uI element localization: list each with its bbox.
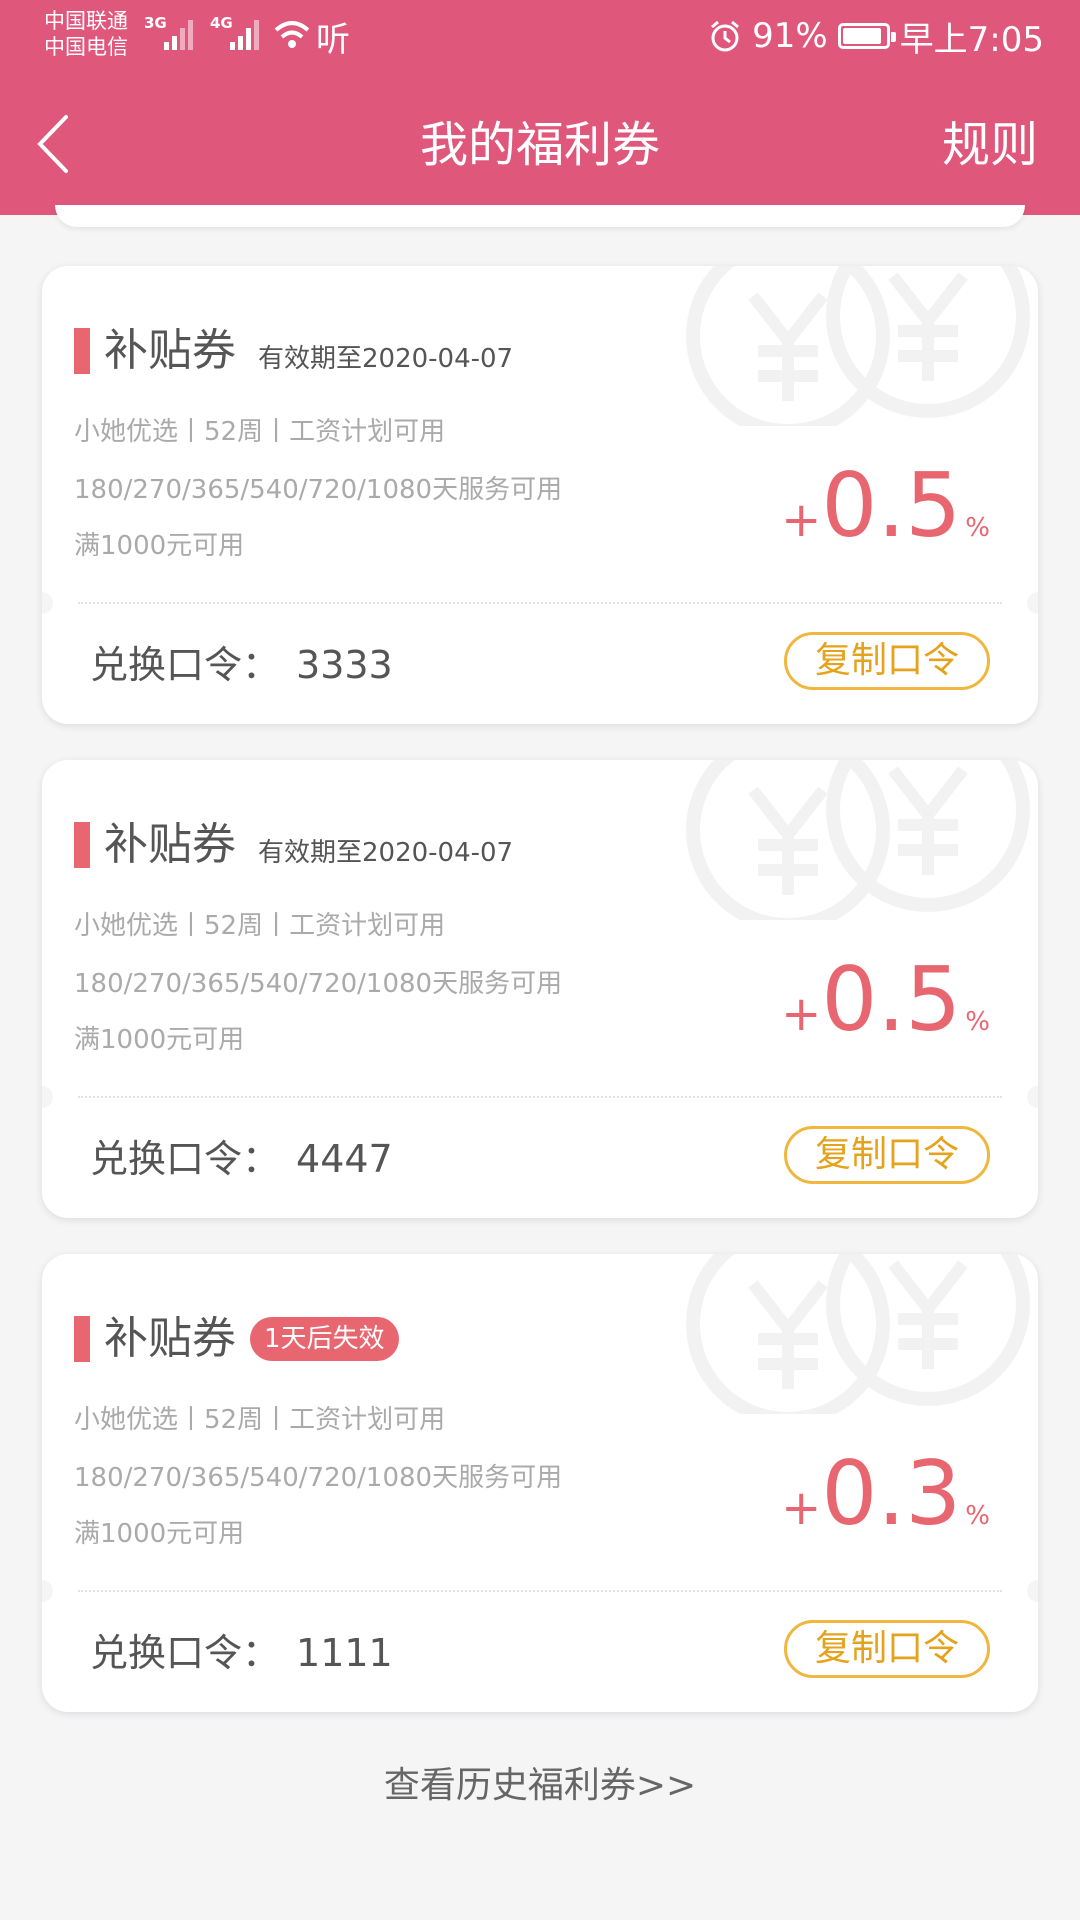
rate-sign: +	[781, 1480, 822, 1536]
coupon-rate: + 0.5 %	[781, 456, 990, 556]
divider	[78, 602, 1002, 604]
carrier-1: 中国联通	[44, 9, 128, 33]
coupon-rate: + 0.3 %	[781, 1444, 990, 1544]
alarm-icon	[711, 20, 740, 52]
status-right: 91% 早上7:05	[708, 14, 1044, 60]
rate-value: 0.3	[821, 1442, 962, 1545]
redeem-code-label: 兑换口令：	[90, 643, 281, 687]
ticket-notch	[1027, 592, 1038, 614]
rate-sign: +	[781, 986, 822, 1042]
coupon-validity: 有效期至2020-04-07	[258, 343, 514, 374]
yuan-coin-icon	[686, 760, 1030, 920]
coupon-scope: 小她优选丨52周丨工资计划可用	[74, 911, 446, 941]
title-accent-bar	[74, 822, 90, 868]
nav-bar: 我的福利券 规则	[0, 85, 1080, 205]
previous-coupon-edge	[55, 205, 1025, 227]
status-bar: 中国联通 中国电信 3G 4G 听 91% 早上7:05	[0, 0, 1080, 70]
coupon-title-row: 补贴券 有效期至2020-04-07	[74, 324, 513, 378]
redeem-code-label: 兑换口令：	[90, 1137, 281, 1181]
rate-unit: %	[965, 1501, 990, 1531]
ticket-notch	[42, 592, 53, 614]
yuan-coin-icon	[686, 266, 1030, 426]
rate-unit: %	[965, 513, 990, 543]
redeem-code-row: 兑换口令： 4447	[90, 1136, 393, 1182]
redeem-code-row: 兑换口令： 1111	[90, 1630, 393, 1676]
ticket-notch	[1027, 1086, 1038, 1108]
clock: 早上7:05	[899, 19, 1044, 60]
header-bar: 中国联通 中国电信 3G 4G 听 91% 早上7:05 我的福利券 规则	[0, 0, 1080, 215]
history-coupons-link[interactable]: 查看历史福利券>>	[0, 1756, 1080, 1808]
redeem-code-row: 兑换口令： 3333	[90, 642, 393, 688]
coupon-validity: 有效期至2020-04-07	[258, 837, 514, 868]
yuan-coin-icon	[686, 1254, 1030, 1414]
coupon-name: 补贴券	[104, 325, 236, 376]
coupon-name: 补贴券	[104, 1313, 236, 1364]
carrier-info: 中国联通 中国电信	[44, 8, 128, 60]
coupon-terms: 180/270/365/540/720/1080天服务可用	[74, 1463, 563, 1493]
battery-percent: 91%	[752, 16, 828, 56]
copy-code-button[interactable]: 复制口令	[784, 632, 990, 690]
wifi-icon	[274, 21, 310, 48]
app-mark: 听	[316, 20, 350, 60]
signal-icon	[230, 20, 259, 50]
battery-icon	[837, 23, 896, 49]
divider	[78, 1590, 1002, 1592]
coupon-title-row: 补贴券 1天后失效	[74, 1312, 399, 1366]
battery-fill	[842, 28, 881, 44]
coupon-name: 补贴券	[104, 819, 236, 870]
coupon-card: 补贴券 1天后失效 小她优选丨52周丨工资计划可用 180/270/365/54…	[42, 1254, 1038, 1712]
coupon-minimum: 满1000元可用	[74, 531, 245, 561]
signal-icon	[164, 20, 193, 50]
coupon-minimum: 满1000元可用	[74, 1025, 245, 1055]
copy-code-button[interactable]: 复制口令	[784, 1620, 990, 1678]
coupon-scope: 小她优选丨52周丨工资计划可用	[74, 1405, 446, 1435]
rate-value: 0.5	[821, 454, 962, 557]
title-accent-bar	[74, 1316, 90, 1362]
ticket-notch	[42, 1086, 53, 1108]
redeem-code-value: 3333	[296, 643, 393, 687]
rules-button[interactable]: 规则	[942, 115, 1038, 175]
expiry-badge: 1天后失效	[250, 1317, 399, 1361]
title-accent-bar	[74, 328, 90, 374]
coupon-terms: 180/270/365/540/720/1080天服务可用	[74, 475, 563, 505]
coupon-title-row: 补贴券 有效期至2020-04-07	[74, 818, 513, 872]
copy-code-button[interactable]: 复制口令	[784, 1126, 990, 1184]
coupon-terms: 180/270/365/540/720/1080天服务可用	[74, 969, 563, 999]
ticket-notch	[1027, 1580, 1038, 1602]
rate-value: 0.5	[821, 948, 962, 1051]
divider	[78, 1096, 1002, 1098]
coupon-rate: + 0.5 %	[781, 950, 990, 1050]
coupon-minimum: 满1000元可用	[74, 1519, 245, 1549]
ticket-notch	[42, 1580, 53, 1602]
coupon-scope: 小她优选丨52周丨工资计划可用	[74, 417, 446, 447]
page-title: 我的福利券	[419, 117, 660, 173]
coupon-card: 补贴券 有效期至2020-04-07 小她优选丨52周丨工资计划可用 180/2…	[42, 760, 1038, 1218]
rate-unit: %	[965, 1007, 990, 1037]
carrier-2: 中国电信	[44, 35, 128, 59]
rate-sign: +	[781, 492, 822, 548]
redeem-code-value: 4447	[296, 1137, 393, 1181]
coupon-card: 补贴券 有效期至2020-04-07 小她优选丨52周丨工资计划可用 180/2…	[42, 266, 1038, 724]
redeem-code-value: 1111	[296, 1631, 393, 1675]
redeem-code-label: 兑换口令：	[90, 1631, 281, 1675]
